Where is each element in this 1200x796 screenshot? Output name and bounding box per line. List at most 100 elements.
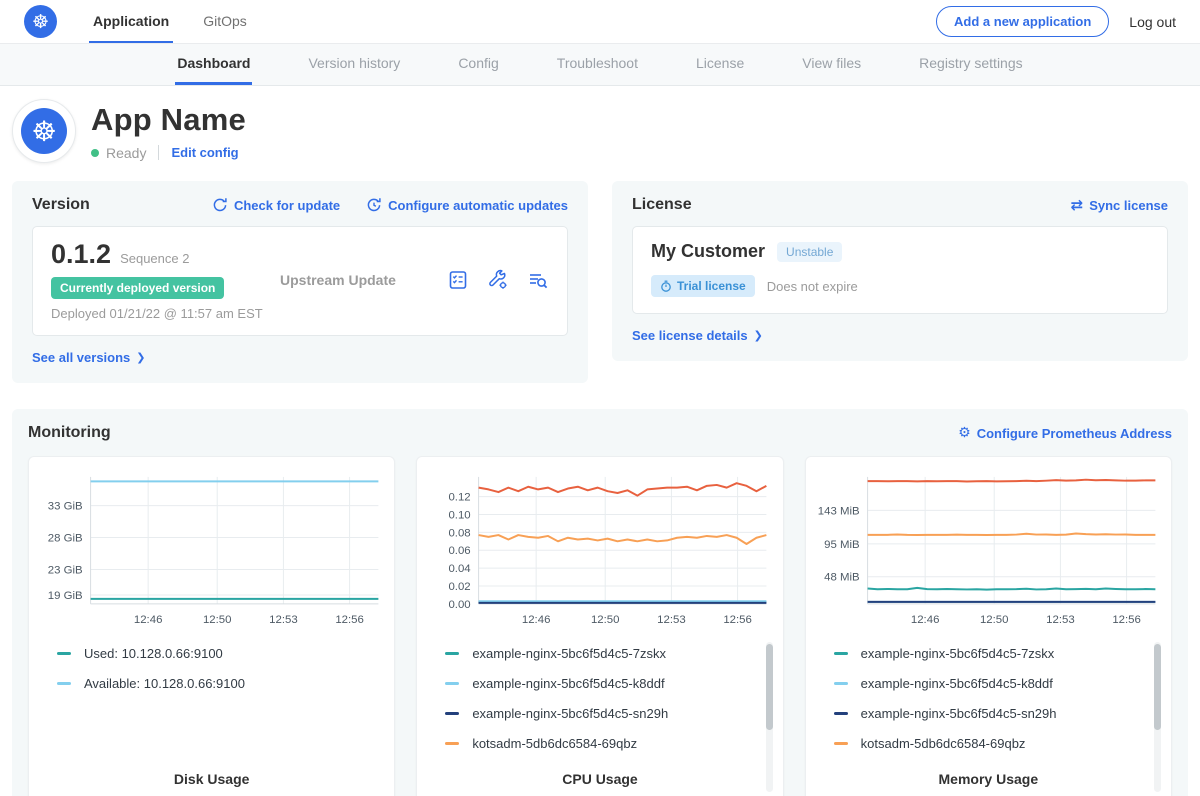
svg-text:143 MiB: 143 MiB <box>817 505 859 517</box>
legend-label: kotsadm-5db6dc6584-69qbz <box>861 736 1026 751</box>
version-card-title: Version <box>32 196 90 214</box>
trial-license-label: Trial license <box>677 279 746 293</box>
svg-text:12:46: 12:46 <box>134 614 163 626</box>
svg-text:12:46: 12:46 <box>911 614 940 626</box>
svg-text:12:46: 12:46 <box>522 614 551 626</box>
scrollbar-thumb[interactable] <box>766 644 773 730</box>
gear-icon: ⚙ <box>958 426 971 440</box>
configure-prometheus-label: Configure Prometheus Address <box>977 426 1172 441</box>
svg-text:12:56: 12:56 <box>724 614 753 626</box>
version-card: Version Check for update Configure autom… <box>12 181 588 383</box>
svg-text:0.10: 0.10 <box>449 509 471 521</box>
preflight-checks-button[interactable] <box>447 269 469 291</box>
app-header: ☸ App Name Ready Edit config <box>0 86 1200 179</box>
legend-label: example-nginx-5bc6f5d4c5-sn29h <box>861 706 1057 721</box>
version-source-label: Upstream Update <box>276 272 447 288</box>
sync-license-label: Sync license <box>1089 198 1168 213</box>
legend-scrollbar[interactable] <box>766 642 773 792</box>
kubernetes-logo-icon: ☸ <box>24 5 57 38</box>
tab-registry-settings[interactable]: Registry settings <box>917 44 1024 85</box>
series-dash-icon <box>57 652 71 655</box>
tab-view-files[interactable]: View files <box>800 44 863 85</box>
legend-item: kotsadm-5db6dc6584-69qbz <box>834 736 1149 751</box>
configure-automatic-updates-link[interactable]: Configure automatic updates <box>366 197 568 213</box>
svg-text:0.08: 0.08 <box>449 527 471 539</box>
legend-item: example-nginx-5bc6f5d4c5-sn29h <box>445 706 760 721</box>
logout-button[interactable]: Log out <box>1129 14 1176 30</box>
customer-name: My Customer <box>651 241 765 262</box>
see-license-details-label: See license details <box>632 328 748 343</box>
file-search-icon <box>527 269 549 291</box>
legend-label: kotsadm-5db6dc6584-69qbz <box>472 736 637 751</box>
deployed-timestamp: Deployed 01/21/22 @ 11:57 am EST <box>51 306 276 321</box>
series-dash-icon <box>445 712 459 715</box>
wrench-gear-icon <box>487 269 509 291</box>
legend-scrollbar[interactable] <box>1154 642 1161 792</box>
memory-usage-legend: example-nginx-5bc6f5d4c5-7zskx example-n… <box>814 636 1163 763</box>
edit-config-link[interactable]: Edit config <box>171 145 238 160</box>
see-license-details-link[interactable]: See license details ❯ <box>632 328 763 343</box>
series-dash-icon <box>834 712 848 715</box>
svg-text:12:56: 12:56 <box>1112 614 1141 626</box>
see-all-versions-link[interactable]: See all versions ❯ <box>32 350 146 365</box>
app-tabs-nav: Dashboard Version history Config Trouble… <box>0 44 1200 86</box>
svg-text:0.00: 0.00 <box>449 599 471 611</box>
svg-text:0.02: 0.02 <box>449 581 471 593</box>
tab-troubleshoot[interactable]: Troubleshoot <box>555 44 640 85</box>
topnav-item-application[interactable]: Application <box>89 0 173 43</box>
legend-item: Used: 10.128.0.66:9100 <box>57 646 372 661</box>
legend-label: Used: 10.128.0.66:9100 <box>84 646 223 661</box>
svg-text:12:56: 12:56 <box>335 614 364 626</box>
monitoring-title: Monitoring <box>28 424 111 442</box>
legend-label: example-nginx-5bc6f5d4c5-k8ddf <box>472 676 664 691</box>
svg-text:95 MiB: 95 MiB <box>824 539 860 551</box>
sync-license-link[interactable]: ⇄ Sync license <box>1071 198 1168 213</box>
cpu-usage-card: 12:4612:5012:5312:560.000.020.040.060.08… <box>416 456 783 796</box>
check-for-update-link[interactable]: Check for update <box>212 197 340 213</box>
cpu-usage-title: CPU Usage <box>425 763 774 787</box>
disk-usage-card: 12:4612:5012:5312:5619 GiB23 GiB28 GiB33… <box>28 456 395 796</box>
clock-refresh-icon <box>366 197 382 213</box>
sync-arrows-icon: ⇄ <box>1071 198 1084 213</box>
configure-automatic-updates-label: Configure automatic updates <box>388 198 568 213</box>
sequence-label: Sequence 2 <box>120 251 189 266</box>
cpu-usage-legend: example-nginx-5bc6f5d4c5-7zskx example-n… <box>425 636 774 763</box>
legend-item: example-nginx-5bc6f5d4c5-k8ddf <box>834 676 1149 691</box>
refresh-icon <box>212 197 228 213</box>
legend-item: Available: 10.128.0.66:9100 <box>57 676 372 691</box>
status-text: Ready <box>106 145 146 161</box>
scrollbar-thumb[interactable] <box>1154 644 1161 730</box>
svg-text:0.12: 0.12 <box>449 492 471 504</box>
topnav-item-gitops[interactable]: GitOps <box>199 0 251 43</box>
tab-license[interactable]: License <box>694 44 746 85</box>
legend-item: kotsadm-5db6dc6584-69qbz <box>445 736 760 751</box>
kubernetes-app-icon: ☸ <box>21 108 67 154</box>
svg-text:23 GiB: 23 GiB <box>48 564 83 576</box>
channel-badge: Unstable <box>777 242 842 262</box>
svg-text:0.04: 0.04 <box>449 563 472 575</box>
svg-text:12:50: 12:50 <box>980 614 1009 626</box>
page-title: App Name <box>91 102 246 138</box>
app-avatar: ☸ <box>12 99 76 163</box>
tab-config[interactable]: Config <box>456 44 500 85</box>
tab-version-history[interactable]: Version history <box>306 44 402 85</box>
currently-deployed-badge: Currently deployed version <box>51 277 224 299</box>
tab-dashboard[interactable]: Dashboard <box>175 44 252 85</box>
legend-label: example-nginx-5bc6f5d4c5-k8ddf <box>861 676 1053 691</box>
view-diff-button[interactable] <box>527 269 549 291</box>
license-card: License ⇄ Sync license My Customer Unsta… <box>612 181 1188 361</box>
svg-text:12:53: 12:53 <box>269 614 298 626</box>
memory-usage-chart: 12:4612:5012:5312:5648 MiB95 MiB143 MiB <box>814 465 1163 636</box>
svg-text:48 MiB: 48 MiB <box>824 572 860 584</box>
series-dash-icon <box>834 652 848 655</box>
series-dash-icon <box>834 742 848 745</box>
disk-usage-chart: 12:4612:5012:5312:5619 GiB23 GiB28 GiB33… <box>37 465 386 636</box>
disk-usage-title: Disk Usage <box>37 763 386 787</box>
edit-config-button[interactable] <box>487 269 509 291</box>
configure-prometheus-link[interactable]: ⚙ Configure Prometheus Address <box>958 426 1172 441</box>
legend-label: example-nginx-5bc6f5d4c5-7zskx <box>861 646 1055 661</box>
add-new-application-button[interactable]: Add a new application <box>936 6 1109 37</box>
current-version-panel: 0.1.2 Sequence 2 Currently deployed vers… <box>32 226 568 336</box>
legend-item: example-nginx-5bc6f5d4c5-sn29h <box>834 706 1149 721</box>
svg-text:0.06: 0.06 <box>449 545 471 557</box>
